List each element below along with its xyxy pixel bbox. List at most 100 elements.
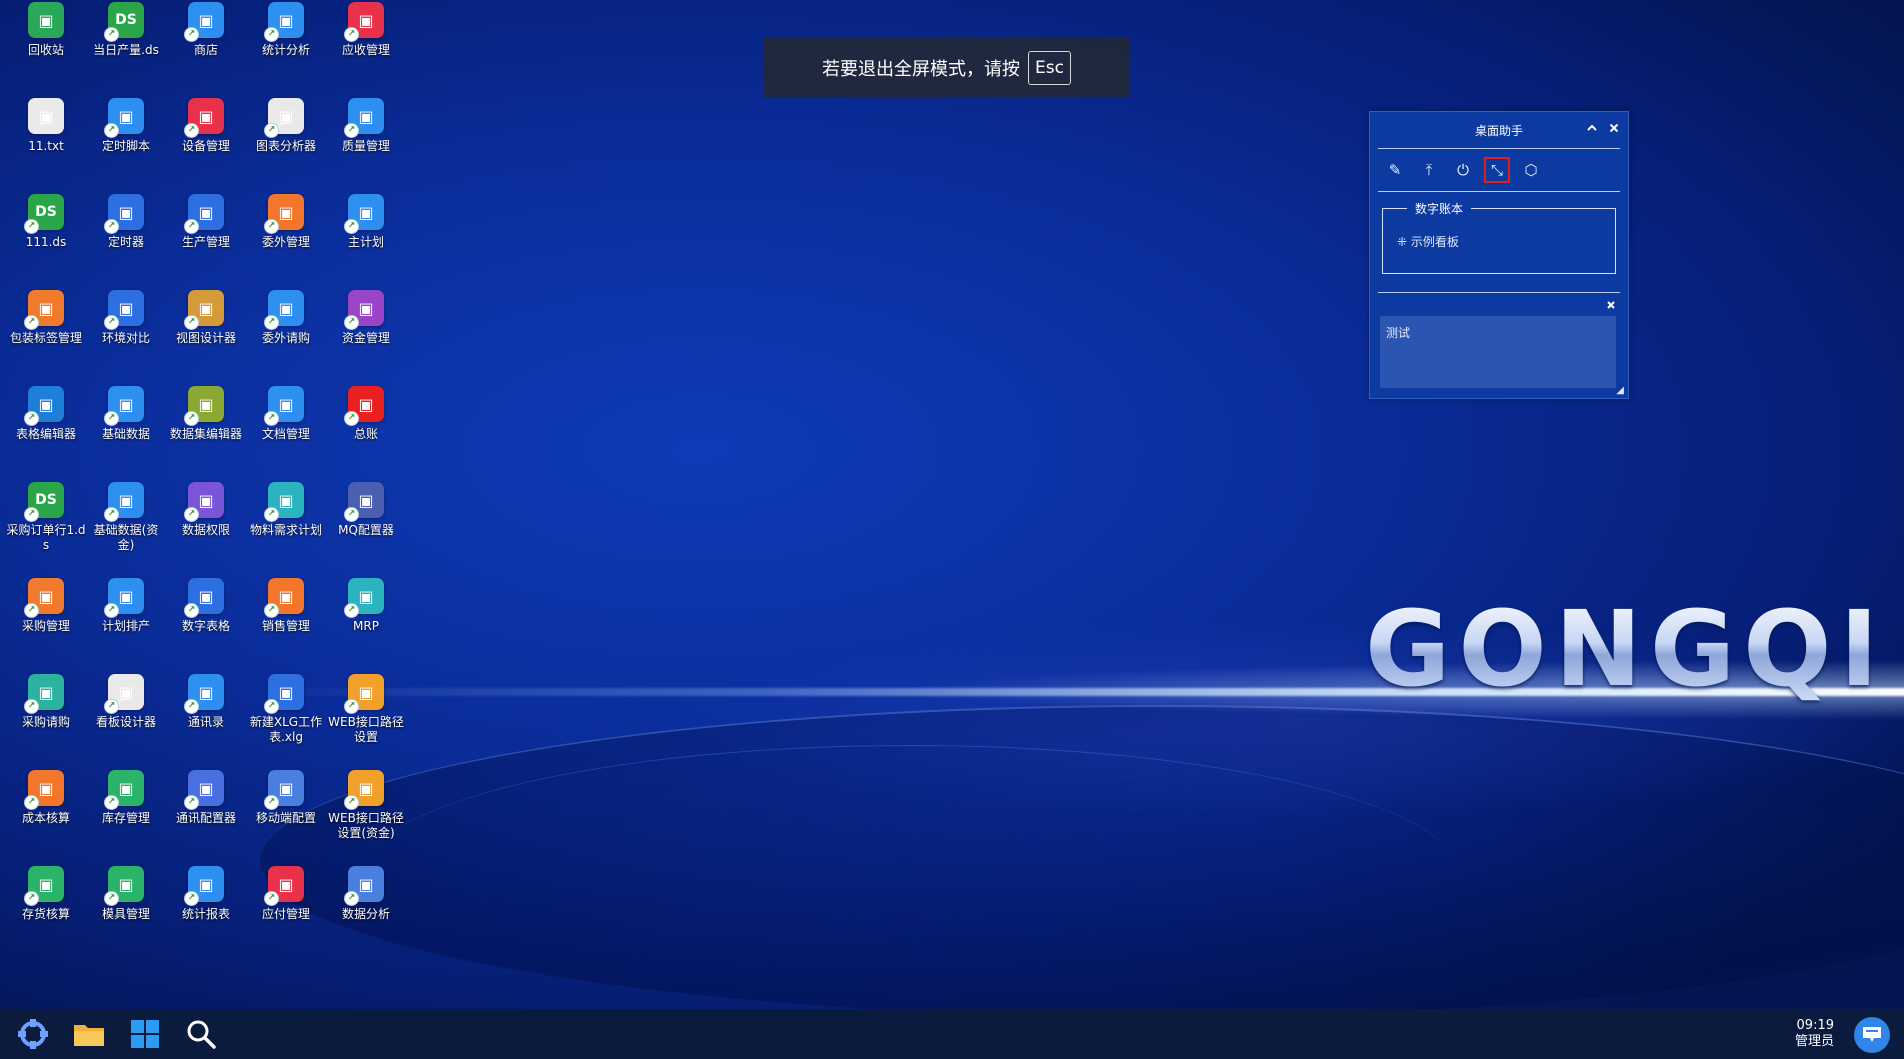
desktop-icon[interactable]: ▣ ↗ 成本核算 [6, 770, 86, 826]
desktop-icon[interactable]: ▣ ↗ 库存管理 [86, 770, 166, 826]
desktop-icon[interactable]: ▣ ↗ 存货核算 [6, 866, 86, 922]
desktop-icon[interactable]: ▣ ↗ 主计划 [326, 194, 406, 250]
mq-config-icon: ▣ ↗ [344, 482, 384, 522]
file-explorer-icon[interactable] [66, 1011, 112, 1057]
desktop-icon[interactable]: ▣ ↗ 通讯录 [166, 674, 246, 730]
assistant-group-item[interactable]: ⁜ 示例看板 [1397, 233, 1459, 250]
shrink-icon[interactable]: ⤡ [1484, 157, 1510, 183]
general-ledger-icon: ▣ ↗ [344, 386, 384, 426]
desktop-icon-label: 数据集编辑器 [169, 427, 242, 441]
desktop-icon[interactable]: ▣ ↗ 应付管理 [246, 866, 326, 922]
desktop-icon[interactable]: ▣ ↗ MRP [326, 578, 406, 634]
data-analysis-icon: ▣ ↗ [344, 866, 384, 906]
statistics-analysis-icon: ▣ ↗ [264, 2, 304, 42]
assistant-group-box: 数字账本 ⁜ 示例看板 [1382, 200, 1616, 274]
desktop-icon[interactable]: DS ↗ 当日产量.ds [86, 2, 166, 58]
desktop-icon[interactable]: ▣ ↗ 统计分析 [246, 2, 326, 58]
desktop-icon-label: 成本核算 [21, 811, 70, 825]
shortcut-link-icon: ↗ [184, 891, 199, 906]
start-menu-icon[interactable] [10, 1011, 56, 1057]
desktop-icon-label: MRP [353, 619, 379, 633]
desktop-icon-label: 包装标签管理 [9, 331, 82, 345]
desktop-icon[interactable]: ▣ ↗ 基础数据(资金) [86, 482, 166, 553]
icon-glyph: ▣ [358, 874, 374, 894]
desktop-icon[interactable]: ▣ ↗ 定时脚本 [86, 98, 166, 154]
desktop-icon[interactable]: ▣ ↗ 物料需求计划 [246, 482, 326, 538]
desktop-icon[interactable]: ▣ ↗ 模具管理 [86, 866, 166, 922]
xlg-sheet-icon: ▣ ↗ [264, 674, 304, 714]
desktop-icon[interactable]: ▣ ↗ 数据权限 [166, 482, 246, 538]
taskbar-clock[interactable]: 09:19 管理员 [1795, 1018, 1834, 1050]
desktop-icon-label: 基础数据(资金) [93, 523, 159, 552]
desktop-icon[interactable]: ▣ ↗ 资金管理 [326, 290, 406, 346]
icon-glyph: ▣ [358, 394, 374, 414]
desktop-icon[interactable]: ▣ ↗ 数字表格 [166, 578, 246, 634]
icon-short-text: DS [35, 204, 57, 220]
desktop-icon[interactable]: ▣ ↗ 视图设计器 [166, 290, 246, 346]
desktop-icon-label: 新建XLG工作表.xlg [249, 715, 323, 744]
desktop-icon[interactable]: ▣ ↗ 定时器 [86, 194, 166, 250]
desktop-icon[interactable]: ▣ 11.txt [6, 98, 86, 154]
desktop-icon[interactable]: ▣ ↗ 基础数据 [86, 386, 166, 442]
desktop-icon[interactable]: ▣ ↗ MQ配置器 [326, 482, 406, 538]
desktop-icon[interactable]: ▣ ↗ 通讯配置器 [166, 770, 246, 826]
desktop-icon[interactable]: ▣ ↗ 新建XLG工作表.xlg [246, 674, 326, 745]
desktop-icon[interactable]: ▣ ↗ 采购管理 [6, 578, 86, 634]
icon-glyph: ▣ [38, 298, 54, 318]
pin-top-icon[interactable]: ⤒ [1416, 157, 1442, 183]
desktop-icon[interactable]: ▣ ↗ 计划排产 [86, 578, 166, 634]
desktop-icon[interactable]: ▣ ↗ 设备管理 [166, 98, 246, 154]
desktop-icon-label: 资金管理 [341, 331, 390, 345]
resize-handle-icon[interactable]: ◢ [1616, 385, 1624, 396]
assistant-header[interactable]: 桌面助手 [1378, 112, 1620, 149]
desktop-icon[interactable]: ▣ ↗ 图表分析器 [246, 98, 326, 154]
ds-file-icon: DS ↗ [24, 194, 64, 234]
current-user: 管理员 [1794, 1034, 1834, 1049]
desktop-icon[interactable]: DS ↗ 111.ds [6, 194, 86, 250]
desktop-icon[interactable]: ▣ ↗ 数据分析 [326, 866, 406, 922]
desktop-icon[interactable]: ▣ ↗ 统计报表 [166, 866, 246, 922]
desktop-icon[interactable]: ▣ ↗ 质量管理 [326, 98, 406, 154]
desktop-icon[interactable]: ▣ ↗ 包装标签管理 [6, 290, 86, 346]
cube-icon[interactable]: ⬡ [1518, 157, 1544, 183]
shortcut-link-icon: ↗ [264, 219, 279, 234]
desktop-icon-label: 委外请购 [261, 331, 310, 345]
shortcut-link-icon: ↗ [344, 891, 359, 906]
desktop-icon[interactable]: ▣ ↗ 采购请购 [6, 674, 86, 730]
search-icon[interactable] [178, 1011, 224, 1057]
table-editor-icon: ▣ ↗ [24, 386, 64, 426]
desktop-icon[interactable]: ▣ 回收站 [6, 2, 86, 58]
chevron-up-icon[interactable] [1586, 122, 1598, 137]
icon-glyph: ▣ [38, 394, 54, 414]
note-close-icon[interactable] [1606, 299, 1616, 313]
data-permission-icon: ▣ ↗ [184, 482, 224, 522]
desktop-icon[interactable]: ▣ ↗ 生产管理 [166, 194, 246, 250]
desktop-icon[interactable]: ▣ ↗ 商店 [166, 2, 246, 58]
desktop-icon[interactable]: ▣ ↗ 委外管理 [246, 194, 326, 250]
edit-icon[interactable]: ✎ [1382, 157, 1408, 183]
close-icon[interactable] [1608, 122, 1620, 137]
desktop-icon[interactable]: ▣ ↗ 应收管理 [326, 2, 406, 58]
desktop-icon[interactable]: ▣ ↗ 移动端配置 [246, 770, 326, 826]
recycle-bin-icon: ▣ [28, 2, 64, 38]
shortcut-link-icon: ↗ [24, 219, 39, 234]
desktop-icon[interactable]: ▣ ↗ 销售管理 [246, 578, 326, 634]
desktop-icon[interactable]: ▣ ↗ WEB接口路径设置 [326, 674, 406, 745]
desktop-icon[interactable]: ▣ ↗ 委外请购 [246, 290, 326, 346]
notification-icon[interactable] [1854, 1017, 1890, 1053]
shortcut-link-icon: ↗ [264, 699, 279, 714]
desktop-icon[interactable]: ▣ ↗ 总账 [326, 386, 406, 442]
desktop-icon[interactable]: ▣ ↗ 看板设计器 [86, 674, 166, 730]
icon-glyph: ▣ [278, 394, 294, 414]
desktop-icon[interactable]: ▣ ↗ 文档管理 [246, 386, 326, 442]
assistant-note-textarea[interactable]: 测试 [1380, 316, 1616, 388]
windows-icon[interactable] [122, 1011, 168, 1057]
desktop-icon[interactable]: ▣ ↗ WEB接口路径设置(资金) [326, 770, 406, 841]
desktop-icon[interactable]: DS ↗ 采购订单行1.ds [6, 482, 86, 553]
desktop-icon[interactable]: ▣ ↗ 表格编辑器 [6, 386, 86, 442]
icon-glyph: ▣ [38, 682, 54, 702]
desktop-icon[interactable]: ▣ ↗ 环境对比 [86, 290, 166, 346]
material-plan-icon: ▣ ↗ [264, 482, 304, 522]
desktop-icon[interactable]: ▣ ↗ 数据集编辑器 [166, 386, 246, 442]
power-icon[interactable]: ⏻ [1450, 157, 1476, 183]
